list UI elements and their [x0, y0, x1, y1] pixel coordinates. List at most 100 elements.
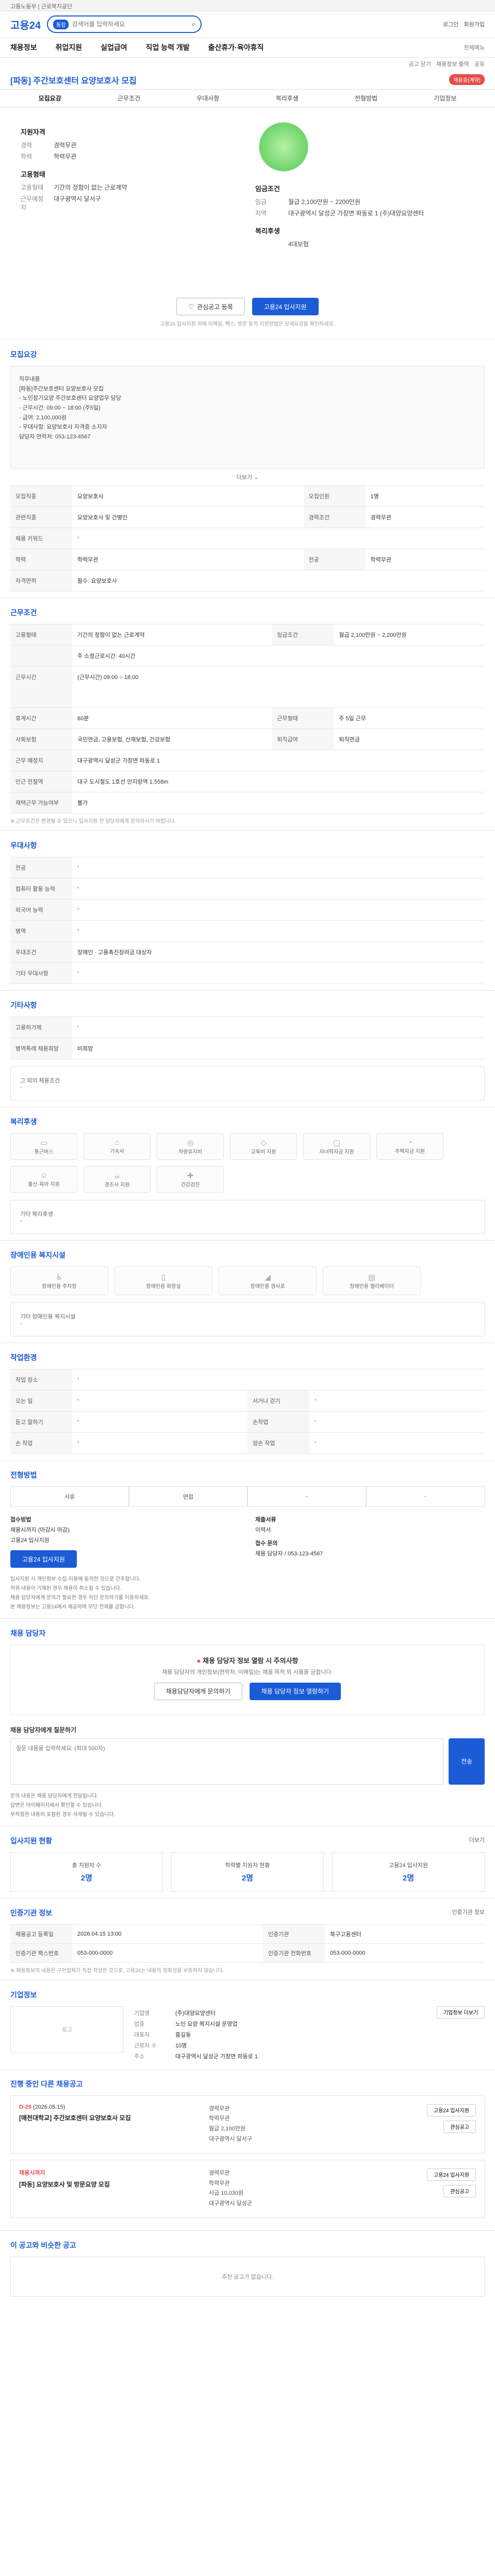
welfare-item: ◇ 교육비 지원 [230, 1133, 297, 1160]
other-job-interest-button[interactable]: 관심공고 [443, 2120, 476, 2133]
interest-button[interactable]: ♡ 관심공고 등록 [176, 298, 245, 315]
section-heading: 전형방법 [10, 1471, 37, 1479]
tab-company[interactable]: 기업정보 [406, 94, 485, 103]
section-conditions: 근무조건 고용형태 기간의 정함이 없는 근로계약 임금조건 월급 2,100만원 ~… [0, 598, 495, 831]
inquiry-notes: 문의 내용은 채용 담당자에게 전달됩니다. 답변은 마이페이지에서 확인할 수… [10, 1793, 116, 1818]
table-row: 주 소정근로시간: 40시간 [10, 645, 485, 667]
login-link[interactable]: 로그인 [443, 20, 458, 28]
clock-icon: ◔ [407, 1138, 412, 1147]
nav-item-parental-leave[interactable]: 출산휴가·육아휴직 [208, 42, 264, 53]
main-nav: 채용정보 취업지원 실업급여 직업 능력 개발 출산휴가·육아휴직 전체메뉴 [0, 37, 495, 58]
documents-box: 제출서류 이력서 접수 문의 채용 담당자 / 053-123-4567 [255, 1517, 323, 1557]
table-row: 채용공고 등록일 2026.04.15 13:00 인증기관 북구고용센터 [10, 1924, 485, 1944]
apply-stats: 총 지원자 수 2명 학력별 지원자 현황 2명 고용24 입사지원 2명 [10, 1852, 485, 1892]
other-job-title[interactable]: [파동] 요양보호사 및 방문요양 모집 [19, 2180, 199, 2189]
inquiry-label: 채용 담당자에게 질문하기 [10, 1726, 77, 1734]
company-more-button[interactable]: 기업정보 더보기 [436, 2006, 485, 2019]
conditions-table: 고용형태 기간의 정함이 없는 근로계약 임금조건 월급 2,100만원 ~ 2,20… [10, 624, 485, 814]
apply-button-secondary[interactable]: 고용24 입사지원 [10, 1550, 77, 1568]
job-summary: 지원자격 경력 경력무관 학력 학력무관 고용형태 고용형태 기간의 정함이 없는 근… [0, 107, 495, 293]
other-job-title[interactable]: [매천대학교] 주간보호센터 요양보호사 모집 [19, 2113, 199, 2122]
section-heading: 모집요강 [10, 350, 37, 359]
stat-card: 총 지원자 수 2명 [10, 1852, 163, 1892]
baby-icon: ☺ [40, 1171, 48, 1180]
nav-item-jobs[interactable]: 채용정보 [10, 42, 37, 53]
stat-card: 고용24 입사지원 2명 [332, 1852, 485, 1892]
reginfo-note: ※ 채용정보의 내용은 구인업체가 직접 작성한 것으로, 고용24는 내용의 … [10, 1968, 224, 1974]
inquiry-textarea[interactable] [10, 1738, 443, 1785]
view-manager-button[interactable]: 채용 담당자 정보 열람하기 [249, 1682, 341, 1700]
nav-item-employment-support[interactable]: 취업지원 [56, 42, 82, 53]
heart-icon: ♡ [188, 303, 194, 310]
search-scope-chip[interactable]: 통합 [53, 19, 69, 29]
status-badge: 채용중(계약) [449, 74, 485, 85]
table-row: 외국어 능력 - [10, 899, 485, 921]
welfare-item: ◔ 주택자금 지원 [376, 1133, 443, 1160]
summary-qualification-heading: 지원자격 [21, 128, 45, 136]
nav-item-vocational-training[interactable]: 직업 능력 개발 [146, 42, 190, 53]
table-row: 손 작업 - 양손 작업 - [10, 1432, 485, 1454]
table-row: 채용 키워드 - [10, 528, 485, 549]
nav-item-unemployment-benefit[interactable]: 실업급여 [101, 42, 127, 53]
other-table: 고용허가제 - 병역특례 채용희망 비희망 [10, 1016, 485, 1059]
summary-row: 임금 월급 2,100만원 ~ 2200만원 [255, 198, 360, 206]
section-welfare: 복리후생 ▭ 통근버스 ⌂ 기숙사 ◎ 차량유지비 ◇ 교육비 지원 ▢ 자녀학자금 지원… [0, 1107, 495, 1240]
section-heading: 이 공고와 비슷한 공고 [10, 2241, 76, 2249]
table-row: 근무 예정지 대구광역시 달성군 가창면 파동로 1 [10, 750, 485, 771]
tab-conditions[interactable]: 근무조건 [89, 94, 168, 103]
contact-manager-button[interactable]: 채용담당자에게 문의하기 [154, 1682, 242, 1700]
table-row: 휴게시간 60분 근무형태 주 5일 근무 [10, 707, 485, 729]
summary-right: 임금조건 임금 월급 2,100만원 ~ 2200만원 지역 대구광역시 달성군 가… [255, 118, 474, 281]
section-heading: 기타사항 [10, 1001, 37, 1009]
section-heading: 작업환경 [10, 1353, 37, 1362]
top-bar: 고용노동부 | 근로복지공단 [0, 0, 495, 11]
apply-info: 접수방법 채용시까지 (마감시 마감) 고용24 입사지원 고용24 입사지원 … [10, 1515, 485, 1568]
health-icon: ✚ [187, 1171, 194, 1180]
table-row: 관련직종 요양보호사 및 간병인 경력조건 경력무관 [10, 506, 485, 528]
facility-item: ▤ 장애인용 엘리베이터 [323, 1266, 421, 1295]
list-item[interactable]: D-29 (2026.05.15) [매천대학교] 주간보호센터 요양보호사 모… [10, 2095, 485, 2154]
toilet-icon: ▯ [161, 1273, 166, 1282]
section-work-environment: 작업환경 작업 장소 - 오는 일 - 서거나 걷기 - 듣고 말하기 - 손작업 - 손 작… [0, 1343, 495, 1460]
tab-recruit[interactable]: 모집요강 [10, 94, 89, 103]
section-disabled-facilities: 장애인용 복지시설 ♿ 장애인용 주차장 ▯ 장애인용 화장실 ◢ 장애인용 경사로 … [0, 1240, 495, 1343]
facility-grid: ♿ 장애인용 주차장 ▯ 장애인용 화장실 ◢ 장애인용 경사로 ▤ 장애인용 엘리베이… [10, 1266, 485, 1295]
other-job-apply-button[interactable]: 고용24 입사지원 [426, 2104, 476, 2116]
welfare-item: ▢ 자녀학자금 지원 [303, 1133, 370, 1160]
search-icon[interactable]: ⌕ [192, 20, 195, 28]
more-button[interactable]: 더보기 ⌄ [10, 473, 485, 481]
tab-preferred[interactable]: 우대사항 [169, 94, 248, 103]
close-posting-link[interactable]: 공고 닫기 [408, 60, 431, 68]
table-row: 인증기관 팩스번호 053-000-0000 인증기관 전화번호 053-000-00… [10, 1943, 485, 1963]
tab-process[interactable]: 전형방법 [326, 94, 405, 103]
apply-button[interactable]: 고용24 입사지원 [252, 298, 319, 315]
section-other-jobs: 진행 중인 다른 채용공고 D-29 (2026.05.15) [매천대학교] … [0, 2069, 495, 2230]
list-item[interactable]: 채용시까지 [파동] 요양보호사 및 방문요양 모집 경력무관 학력무관 시급 … [10, 2159, 485, 2218]
other-job-apply-button[interactable]: 고용24 입사지원 [426, 2168, 476, 2181]
print-link[interactable]: 채용정보 출력 [436, 60, 469, 68]
table-row: 사회보험 국민연금, 고용보험, 산재보험, 건강보험 퇴직급여 퇴직연금 [10, 728, 485, 750]
section-heading: 기업정보 [10, 1990, 37, 1999]
search-input[interactable] [72, 21, 189, 28]
status-more-link[interactable]: 더보기 [469, 1836, 485, 1844]
process-steps: 서류 면접 - - [10, 1486, 485, 1507]
signup-link[interactable]: 회원가입 [464, 20, 485, 28]
inquiry-form: 전송 [10, 1738, 485, 1785]
site-logo[interactable]: 고용24 [10, 17, 41, 32]
share-link[interactable]: 공유 [474, 60, 485, 68]
tab-welfare[interactable]: 복리후생 [248, 94, 326, 103]
table-row: 재택근무 가능여부 불가 [10, 792, 485, 814]
other-job-interest-button[interactable]: 관심공고 [443, 2184, 476, 2197]
summary-illustration [255, 118, 312, 175]
reginfo-link[interactable]: 인증기관 정보 [452, 1908, 485, 1916]
section-recruit: 모집요강 직무내용 [파동]주간보호센터 요양보호사 모집 - 노인장기요양 주… [0, 340, 495, 598]
welfare-item: ◎ 차량유지비 [157, 1133, 224, 1160]
summary-left: 지원자격 경력 경력무관 학력 학력무관 고용형태 고용형태 기간의 정함이 없는 근… [21, 118, 240, 281]
section-preferred: 우대사항 전공 - 컴퓨터 활용 능력 - 외국어 능력 - 병역 - 우대조건 장애인 … [0, 831, 495, 990]
facility-etc-box: 기타 장애인용 복지시설 - [10, 1302, 485, 1336]
inquiry-send-button[interactable]: 전송 [449, 1738, 485, 1785]
all-menu-link[interactable]: 전체메뉴 [464, 43, 485, 52]
table-row: 병역 - [10, 920, 485, 942]
table-row: 듣고 말하기 - 손작업 - [10, 1411, 485, 1433]
conditions-note: ※ 근무조건은 변경될 수 있으니 입사지원 전 담당자에게 문의하시기 바랍니… [10, 819, 176, 824]
